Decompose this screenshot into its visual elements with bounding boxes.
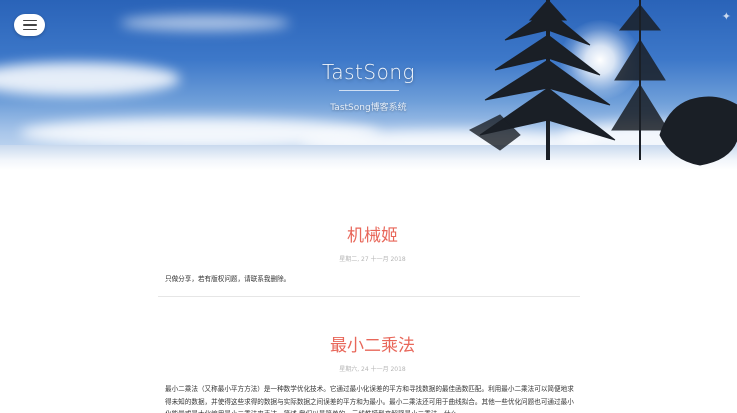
header-banner bbox=[0, 0, 737, 170]
post-excerpt: 最小二乘法（又称最小平方方法）是一种数学优化技术。它通过最小化误差的平方和寻找数… bbox=[165, 385, 574, 413]
post-date: 星期二, 27 十一月 2018 bbox=[339, 256, 406, 263]
title-divider bbox=[339, 90, 399, 91]
post-excerpt: 只做分享，若有版权问题，请联系我删除。 bbox=[165, 275, 291, 283]
tree-silhouettes bbox=[469, 0, 737, 166]
post-date: 星期六, 24 十一月 2018 bbox=[339, 366, 406, 373]
post-title-link[interactable]: 最小二乘法 bbox=[165, 331, 580, 356]
hamburger-menu-icon bbox=[22, 19, 37, 22]
post-divider bbox=[158, 296, 580, 297]
corner-mark-icon: ✦ bbox=[721, 10, 731, 23]
post-title-link[interactable]: 机械姬 bbox=[165, 221, 580, 246]
post-item: 最小二乘法 星期六, 24 十一月 2018 最小二乘法（又称最小平方方法）是一… bbox=[165, 331, 580, 413]
site-title[interactable]: TastSong bbox=[0, 60, 737, 84]
menu-button[interactable] bbox=[14, 14, 45, 36]
site-subtitle: TastSong博客系统 bbox=[330, 103, 407, 113]
post-item: 机械姬 星期二, 27 十一月 2018 只做分享，若有版权问题，请联系我删除。 bbox=[165, 221, 580, 286]
